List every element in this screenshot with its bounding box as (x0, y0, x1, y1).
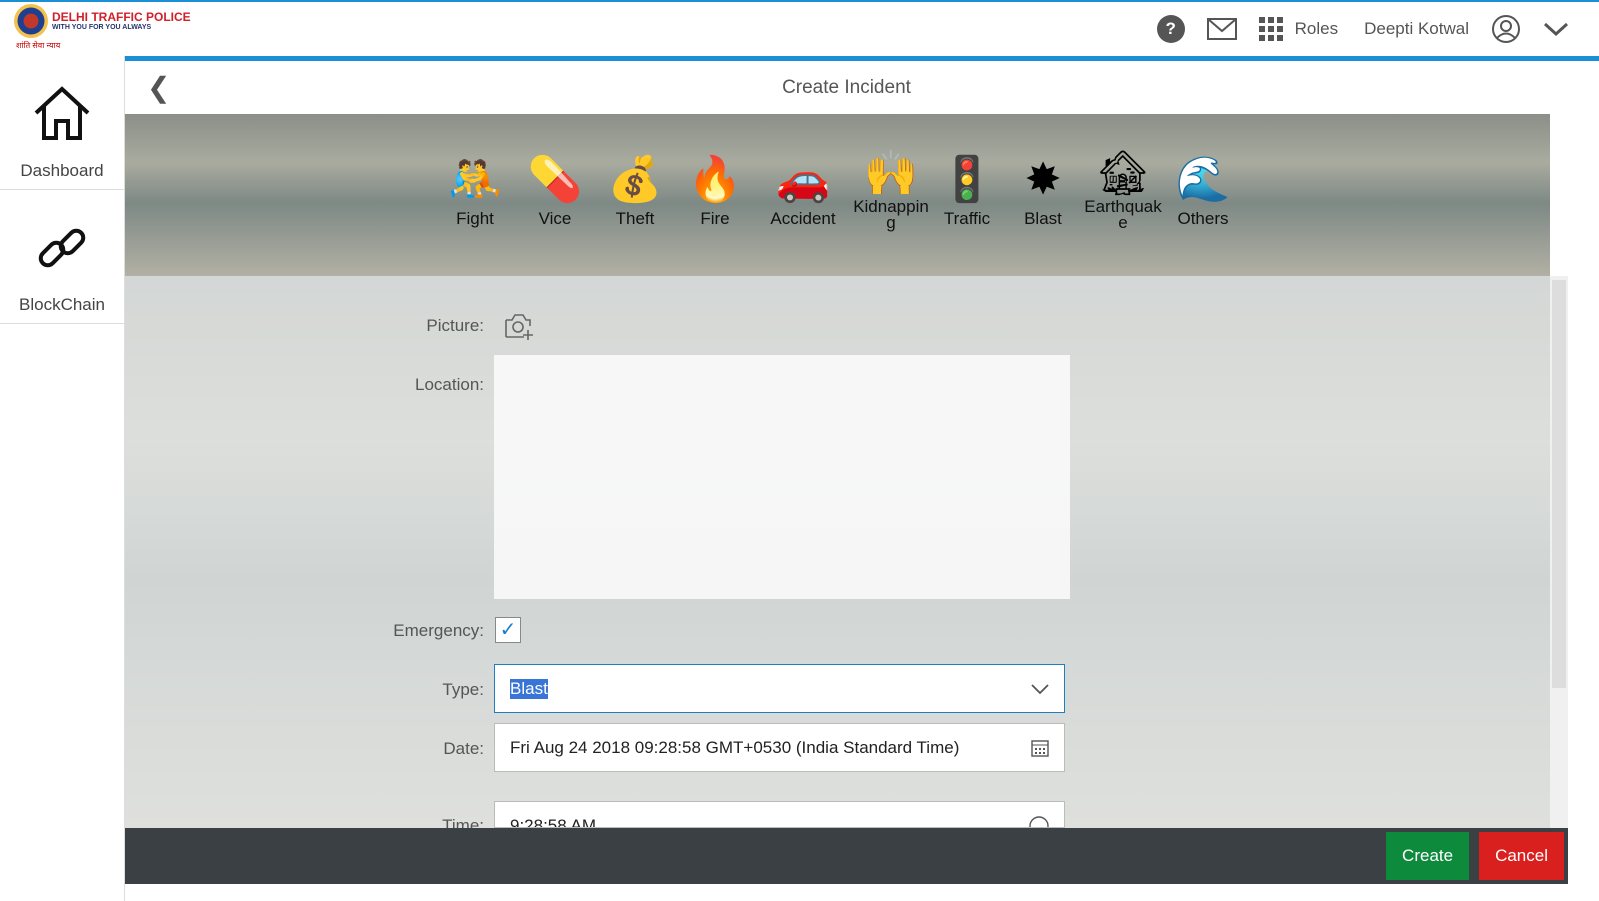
create-button[interactable]: Create (1386, 832, 1470, 880)
logo-tagline: WITH YOU FOR YOU ALWAYS (52, 24, 152, 31)
type-select[interactable]: Blast (494, 664, 1065, 713)
scrollbar-thumb[interactable] (1552, 280, 1566, 688)
category-traffic[interactable]: 🚦 Traffic (931, 149, 1003, 231)
police-seal-icon (14, 4, 48, 38)
category-label: Fight (456, 209, 494, 228)
flood-icon: 🌊 (1175, 155, 1231, 204)
title-bar: ❮ Create Incident (125, 61, 1568, 114)
sidebar: Dashboard BlockChain (0, 56, 125, 901)
emergency-checkbox[interactable]: ✓ (495, 617, 521, 643)
logo-title: DELHI TRAFFIC POLICE (52, 10, 191, 24)
grid-icon (1258, 17, 1283, 41)
category-kidnapping[interactable]: 🙌 Kidnapping (851, 149, 931, 231)
category-label: Theft (615, 209, 655, 228)
category-label: Accident (770, 209, 836, 228)
category-label: Vice (538, 209, 572, 228)
category-others[interactable]: 🌊 Others (1163, 149, 1243, 231)
roles-label: Roles (1294, 19, 1339, 38)
date-value: Fri Aug 24 2018 09:28:58 GMT+0530 (India… (510, 737, 960, 757)
footer-bar: Create Cancel (125, 828, 1568, 884)
type-label: Type: (442, 680, 484, 699)
back-chevron-icon[interactable]: ❮ (147, 71, 170, 104)
date-input[interactable]: Fri Aug 24 2018 09:28:58 GMT+0530 (India… (494, 723, 1065, 772)
category-fire[interactable]: 🔥 Fire (675, 149, 755, 231)
category-blast[interactable]: ✸ Blast (1003, 149, 1083, 231)
traffic-light-icon: 🚦 (939, 155, 995, 204)
picture-label: Picture: (426, 316, 484, 335)
date-label: Date: (443, 739, 484, 758)
cancel-button[interactable]: Cancel (1479, 832, 1564, 880)
location-label: Location: (415, 375, 484, 394)
category-accident[interactable]: 🚗 Accident (755, 149, 851, 231)
category-theft[interactable]: 💰 Theft (595, 149, 675, 231)
category-label: Fire (700, 209, 730, 228)
roles-button[interactable]: Roles (1258, 17, 1339, 41)
type-value: Blast (510, 678, 548, 699)
user-avatar-icon[interactable] (1491, 14, 1521, 44)
time-input[interactable]: 9:28:58 AM (494, 801, 1065, 828)
category-earthquake[interactable]: 🏚 Earthquake (1083, 149, 1163, 231)
pills-icon: 💊 (527, 155, 583, 204)
sidebar-item-dashboard[interactable]: Dashboard (0, 56, 124, 190)
emergency-label: Emergency: (393, 621, 484, 640)
header: DELHI TRAFFIC POLICE WITH YOU FOR YOU ALW… (0, 2, 1599, 56)
time-value: 9:28:58 AM (510, 816, 597, 828)
category-label: Blast (1024, 209, 1062, 228)
category-vice[interactable]: 💊 Vice (515, 149, 595, 231)
collapsed-building-icon: 🏚 (1095, 149, 1151, 198)
chevron-down-icon[interactable] (1543, 21, 1569, 37)
sidebar-item-blockchain[interactable]: BlockChain (0, 190, 124, 324)
logo-hindi: शांति सेवा न्याय (16, 41, 61, 50)
category-label: Earthquake (1084, 197, 1162, 232)
location-map-field[interactable] (494, 355, 1070, 599)
category-fight[interactable]: 🤼 Fight (435, 149, 515, 231)
chevron-down-icon (1031, 683, 1049, 694)
mail-icon[interactable] (1206, 18, 1237, 40)
sidebar-item-label: Dashboard (20, 161, 104, 180)
bound-hands-icon: 🙌 (863, 149, 919, 198)
sidebar-item-label: BlockChain (19, 295, 105, 314)
car-crash-icon: 🚗 (775, 155, 831, 204)
calendar-icon[interactable] (1031, 739, 1049, 757)
link-icon (38, 228, 86, 268)
add-photo-icon[interactable] (504, 312, 534, 340)
help-icon[interactable]: ? (1156, 15, 1185, 43)
explosion-icon: ✸ (1024, 155, 1062, 204)
logo: DELHI TRAFFIC POLICE WITH YOU FOR YOU ALW… (14, 4, 191, 50)
fire-icon: 🔥 (687, 155, 743, 204)
fight-icon: 🤼 (447, 155, 503, 204)
home-icon (34, 86, 90, 140)
user-name[interactable]: Deepti Kotwal (1364, 19, 1469, 39)
category-label: Kidnapping (853, 197, 929, 232)
page-title: Create Incident (782, 76, 911, 98)
clock-icon[interactable] (1029, 816, 1049, 828)
category-banner: 🤼 Fight 💊 Vice 💰 Theft 🔥 Fire 🚗 Accident 🙌 Kid… (125, 114, 1550, 276)
category-label: Traffic (943, 209, 991, 228)
money-bag-icon: 💰 (607, 155, 663, 204)
category-label: Others (1177, 209, 1229, 228)
